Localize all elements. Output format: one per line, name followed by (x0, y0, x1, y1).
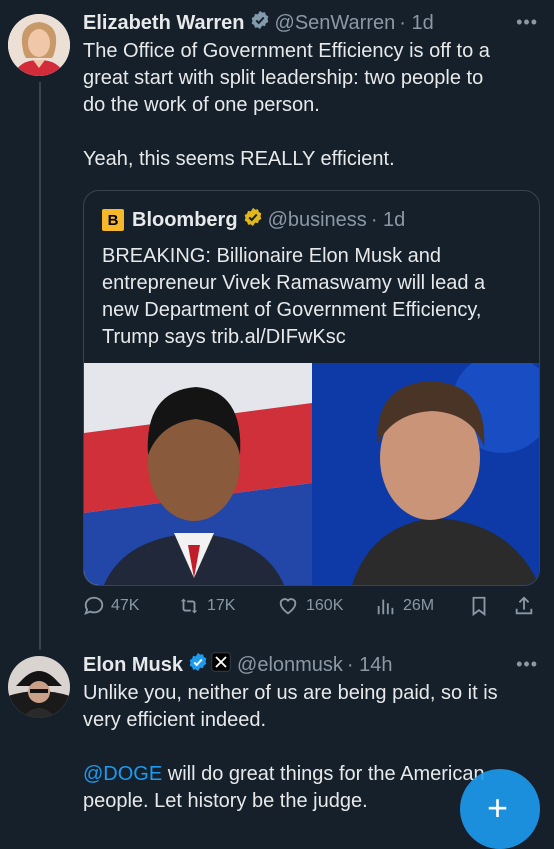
heart-icon (279, 598, 297, 615)
share-button[interactable] (513, 595, 541, 617)
views-count: 26M (403, 597, 435, 614)
quoted-tweet-time: · 1d (370, 208, 406, 231)
reply-button[interactable]: 47K (83, 595, 139, 617)
views-button[interactable]: 26M (375, 595, 434, 617)
bookmark-button[interactable] (468, 595, 496, 617)
quoted-text-line: Trump says trib.al/DIFwKsc (102, 326, 346, 348)
tweet-time[interactable]: · 14h (347, 653, 393, 677)
tweet-text-line: great start with split leadership: two p… (83, 67, 484, 89)
tweet-text: The Office of Government Efficiency is o… (83, 38, 538, 173)
photo-vivek-ramaswamy[interactable] (84, 363, 312, 585)
x-affiliation-badge-icon (211, 652, 231, 678)
repost-icon (180, 598, 198, 614)
quoted-text-line: entrepreneur Vivek Ramaswamy will lead a (102, 272, 486, 294)
tweet-action-bar: 47K 17K 160K 26M (83, 595, 543, 621)
quoted-tweet-text: BREAKING: Billionaire Elon Musk and entr… (102, 243, 527, 351)
avatar-elizabeth-warren[interactable] (8, 14, 70, 76)
photo-elon-musk[interactable] (312, 363, 539, 585)
tweet-text-line: Unlike you, neither of us are being paid… (83, 682, 498, 704)
more-options-icon[interactable]: ••• (516, 654, 538, 675)
author-name[interactable]: Elizabeth Warren (83, 11, 245, 35)
thread-connector-line (39, 82, 41, 650)
tweet-time[interactable]: · 1d (399, 11, 433, 35)
quoted-text-line: new Department of Government Efficiency, (102, 299, 482, 321)
more-options-icon[interactable]: ••• (516, 12, 538, 33)
tweet-text-line: The Office of Government Efficiency is o… (83, 40, 490, 62)
quoted-tweet-header: B Bloomberg @business · 1d (102, 207, 405, 233)
tweet-header: Elon Musk @elonmusk · 14h (83, 652, 538, 678)
bloomberg-logo-icon: B (102, 209, 124, 231)
author-handle[interactable]: @elonmusk (237, 653, 343, 677)
author-handle[interactable]: @SenWarren (275, 11, 396, 35)
verified-gold-badge-icon (243, 207, 263, 233)
tweet-text-line: Yeah, this seems REALLY efficient. (83, 148, 395, 170)
verified-gray-badge-icon (250, 10, 270, 36)
share-icon (515, 596, 533, 615)
quoted-author-name: Bloomberg (132, 208, 238, 231)
tweet-text-fragment: will do great things for the American (162, 763, 485, 785)
reply-icon (84, 596, 104, 615)
views-chart-icon (377, 599, 394, 615)
tweet-header: Elizabeth Warren @SenWarren · 1d (83, 10, 538, 36)
tweet-text-line: very efficient indeed. (83, 709, 267, 731)
avatar-elon-musk[interactable] (8, 656, 70, 718)
quoted-text-line: BREAKING: Billionaire Elon Musk and (102, 245, 442, 267)
bookmark-icon (472, 596, 486, 617)
plus-icon[interactable]: + (487, 790, 508, 826)
tweet-text-line: do the work of one person. (83, 94, 320, 116)
author-name[interactable]: Elon Musk (83, 653, 183, 677)
quoted-author-handle: @business (267, 208, 367, 231)
like-button[interactable]: 160K (276, 595, 343, 617)
mention-link[interactable]: @DOGE (83, 763, 162, 785)
repost-count: 17K (207, 597, 236, 614)
quoted-tweet-card[interactable]: B Bloomberg @business · 1d BREAKING: Bil… (83, 190, 540, 586)
verified-blue-badge-icon (188, 652, 208, 678)
quoted-tweet-media[interactable] (84, 363, 539, 585)
tweet-warren[interactable]: Elizabeth Warren @SenWarren · 1d The Off… (83, 10, 538, 173)
like-count: 160K (306, 597, 344, 614)
reply-count: 47K (111, 597, 140, 614)
repost-button[interactable]: 17K (177, 595, 235, 617)
